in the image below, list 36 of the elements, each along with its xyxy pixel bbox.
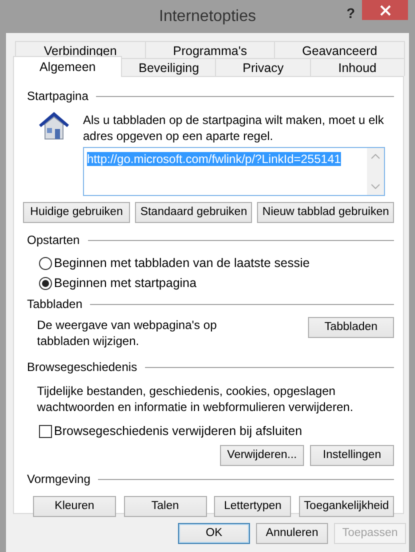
close-icon — [380, 4, 390, 16]
button[interactable]: Lettertypen — [214, 496, 292, 517]
tab[interactable]: Inhoud — [310, 58, 405, 76]
radio-label[interactable]: Beginnen met tabbladen van de laatste sessie — [54, 254, 310, 272]
checkbox[interactable] — [39, 424, 52, 438]
tab[interactable]: Programma's — [144, 41, 276, 59]
tab[interactable]: Algemeen — [13, 56, 122, 77]
button[interactable]: Kleuren — [33, 496, 116, 517]
radio-label[interactable]: Beginnen met startpagina — [54, 274, 196, 292]
help-button[interactable]: ? — [346, 3, 355, 24]
radio-button[interactable] — [39, 256, 52, 270]
button[interactable]: Verwijderen... — [220, 445, 304, 466]
window-title: Internetopties — [159, 7, 256, 27]
section-heading: Startpagina — [27, 88, 88, 105]
button[interactable]: Toegankelijkheid — [298, 496, 394, 517]
close-button[interactable] — [362, 0, 408, 20]
ok-button[interactable]: OK — [178, 523, 250, 544]
section-heading: Browsegeschiedenis — [27, 359, 138, 376]
description-text: Tijdelijke bestanden, geschiedenis, cookies, opgeslagen wachtwoorden en informatie in webformulieren verwijderen. — [36, 383, 354, 415]
checkbox-label[interactable]: Browsegeschiedenis verwijderen bij afsluiten — [54, 422, 302, 440]
description-text: De weergave van webpagina's op tabbladen wijzigen. — [37, 317, 218, 349]
button[interactable]: Instellingen — [310, 445, 394, 466]
button[interactable]: Talen — [124, 496, 207, 517]
button[interactable]: Nieuw tabblad gebruiken — [257, 202, 394, 223]
button[interactable]: Annuleren — [256, 523, 328, 544]
section-heading: Opstarten — [27, 232, 80, 249]
section-heading: Tabbladen — [27, 296, 82, 313]
tab[interactable]: Beveiliging — [121, 58, 216, 76]
button[interactable]: Standaard gebruiken — [135, 202, 252, 223]
section-heading: Vormgeving — [27, 471, 90, 488]
radio-button[interactable] — [39, 276, 52, 290]
button[interactable]: Tabbladen — [308, 317, 394, 338]
tab[interactable]: Geavanceerd — [274, 41, 406, 59]
tab[interactable]: Privacy — [215, 58, 311, 76]
description-text: Als u tabbladen op de startpagina wilt maken, moet u elk adres opgeven op een aparte regel. — [83, 112, 385, 144]
button[interactable]: Huidige gebruiken — [23, 202, 130, 223]
